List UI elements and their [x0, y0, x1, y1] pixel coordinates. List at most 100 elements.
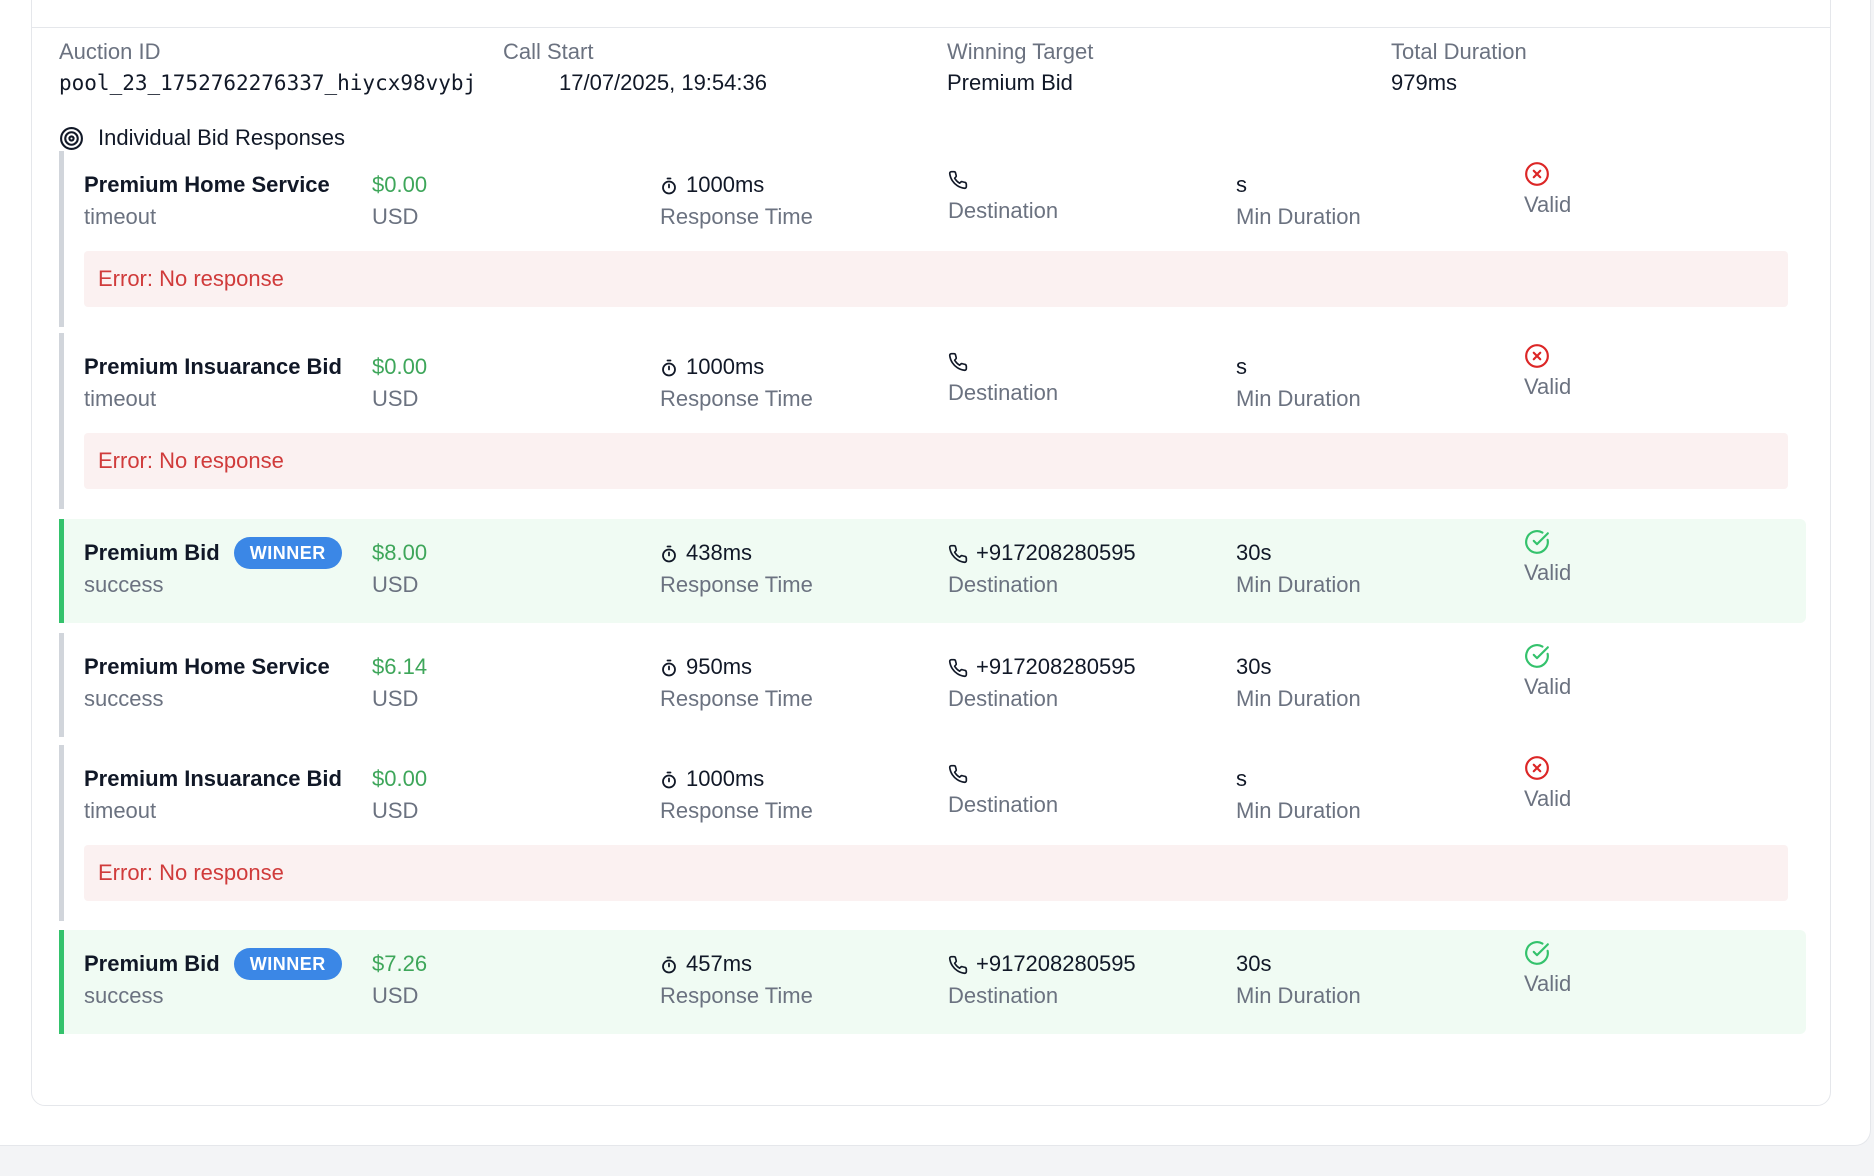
- bid-name: Premium Bid: [84, 951, 220, 976]
- bid-price-cell: $6.14 USD: [372, 651, 427, 715]
- valid-label: Valid: [1524, 786, 1572, 811]
- phone-icon: [948, 757, 968, 789]
- bid-status: timeout: [84, 204, 157, 229]
- destination-label: Destination: [948, 380, 1059, 405]
- bid-row: Premium Home Service timeout $0.00 USD 1000m…: [64, 151, 1806, 251]
- min-duration-value: 30s: [1236, 540, 1272, 565]
- destination-cell: +917208280595 Destination: [948, 948, 1136, 1012]
- bid-name-cell: Premium Insuarance Bid timeout: [84, 763, 342, 827]
- response-time-value: 950ms: [686, 654, 753, 679]
- response-time-value: 438ms: [686, 540, 753, 565]
- bid-price: $6.14: [372, 654, 428, 679]
- min-duration-value: s: [1236, 766, 1247, 791]
- bid-price: $0.00: [372, 172, 428, 197]
- destination-value: +917208280595: [976, 540, 1136, 565]
- phone-icon: [948, 537, 968, 569]
- bid-name: Premium Home Service: [84, 654, 330, 679]
- min-duration-label: Min Duration: [1236, 572, 1361, 597]
- min-duration-label: Min Duration: [1236, 686, 1361, 711]
- destination-cell: +917208280595 Destination: [948, 651, 1136, 715]
- winner-badge: WINNER: [233, 537, 342, 569]
- bid-card-winner: Premium Bid WINNER success $7.26 USD 457ms Res…: [59, 930, 1806, 1034]
- auction-id-field: Auction ID pool_23_1752762276337_hiycx98…: [59, 37, 476, 99]
- timer-icon: [660, 651, 678, 683]
- bid-name: Premium Home Service: [84, 172, 330, 197]
- bid-price: $7.26: [372, 951, 428, 976]
- valid-label: Valid: [1524, 192, 1572, 217]
- destination-label: Destination: [948, 686, 1059, 711]
- target-icon: [60, 126, 83, 150]
- min-duration-cell: 30s Min Duration: [1236, 651, 1361, 715]
- auction-id-value: pool_23_1752762276337_hiycx98vybj: [59, 71, 477, 95]
- section-title: Individual Bid Responses: [98, 125, 346, 150]
- phone-icon: [948, 651, 968, 683]
- winner-badge: WINNER: [233, 948, 342, 980]
- call-start-value: 17/07/2025, 19:54:36: [559, 70, 767, 95]
- destination-label: Destination: [948, 198, 1059, 223]
- total-duration-field: Total Duration 979ms: [1391, 37, 1527, 99]
- min-duration-value: s: [1236, 172, 1247, 197]
- bid-price: $0.00: [372, 766, 428, 791]
- check-circle-icon: [1524, 643, 1571, 669]
- destination-cell: Destination: [948, 757, 1058, 821]
- bid-row: Premium Bid WINNER success $8.00 USD 438ms Res…: [64, 519, 1806, 619]
- x-circle-icon: [1524, 343, 1571, 369]
- phone-icon: [948, 345, 968, 377]
- min-duration-label: Min Duration: [1236, 983, 1361, 1008]
- validity-cell: Valid: [1524, 755, 1571, 815]
- auction-detail-card: Auction ID pool_23_1752762276337_hiycx98…: [31, 0, 1831, 1106]
- bid-card-winner: Premium Bid WINNER success $8.00 USD 438ms Res…: [59, 519, 1806, 623]
- validity-cell: Valid: [1524, 529, 1571, 589]
- bid-card: Premium Home Service timeout $0.00 USD 1000m…: [59, 151, 1806, 327]
- response-time-value: 1000ms: [686, 766, 765, 791]
- validity-cell: Valid: [1524, 161, 1571, 221]
- bid-price: $8.00: [372, 540, 428, 565]
- currency-label: USD: [372, 983, 419, 1008]
- bid-status: success: [84, 686, 164, 711]
- x-circle-icon: [1524, 161, 1571, 187]
- winning-target-label: Winning Target: [947, 39, 1094, 64]
- call-start-field: Call Start 17/07/2025, 19:54:36: [503, 37, 767, 99]
- auction-id-label: Auction ID: [59, 39, 161, 64]
- destination-value: +917208280595: [976, 951, 1136, 976]
- currency-label: USD: [372, 572, 419, 597]
- min-duration-label: Min Duration: [1236, 386, 1361, 411]
- x-circle-icon: [1524, 755, 1571, 781]
- total-duration-value: 979ms: [1391, 70, 1458, 95]
- bid-price-cell: $7.26 USD: [372, 948, 427, 1012]
- error-message: Error: No response: [84, 251, 1788, 307]
- bid-name: Premium Bid: [84, 540, 220, 565]
- section-header: Individual Bid Responses: [59, 125, 345, 151]
- bid-name-cell: Premium Bid WINNER success: [84, 948, 342, 1012]
- card-divider: [32, 27, 1830, 28]
- check-circle-icon: [1524, 940, 1571, 966]
- destination-label: Destination: [948, 792, 1059, 817]
- bid-name-cell: Premium Bid WINNER success: [84, 537, 342, 601]
- validity-cell: Valid: [1524, 343, 1571, 403]
- valid-label: Valid: [1524, 674, 1572, 699]
- valid-label: Valid: [1524, 374, 1572, 399]
- min-duration-label: Min Duration: [1236, 204, 1361, 229]
- bid-price-cell: $0.00 USD: [372, 351, 427, 415]
- bid-card: Premium Insuarance Bid timeout $0.00 USD 100…: [59, 333, 1806, 509]
- response-time-label: Response Time: [660, 798, 813, 823]
- response-time-value: 1000ms: [686, 354, 765, 379]
- panel-background: Auction ID pool_23_1752762276337_hiycx98…: [0, 0, 1871, 1146]
- response-time-value: 1000ms: [686, 172, 765, 197]
- call-start-label: Call Start: [503, 39, 594, 64]
- valid-label: Valid: [1524, 560, 1572, 585]
- bid-name-cell: Premium Insuarance Bid timeout: [84, 351, 342, 415]
- min-duration-cell: s Min Duration: [1236, 351, 1361, 415]
- response-time-cell: 1000ms Response Time: [660, 763, 813, 827]
- total-duration-label: Total Duration: [1391, 39, 1527, 64]
- response-time-label: Response Time: [660, 386, 813, 411]
- response-time-label: Response Time: [660, 686, 813, 711]
- min-duration-value: 30s: [1236, 654, 1272, 679]
- bid-name: Premium Insuarance Bid: [84, 354, 342, 379]
- bid-name-cell: Premium Home Service timeout: [84, 169, 330, 233]
- bid-row: Premium Insuarance Bid timeout $0.00 USD 100…: [64, 333, 1806, 433]
- response-time-label: Response Time: [660, 572, 813, 597]
- validity-cell: Valid: [1524, 940, 1571, 1000]
- min-duration-cell: 30s Min Duration: [1236, 948, 1361, 1012]
- bid-status: timeout: [84, 798, 157, 823]
